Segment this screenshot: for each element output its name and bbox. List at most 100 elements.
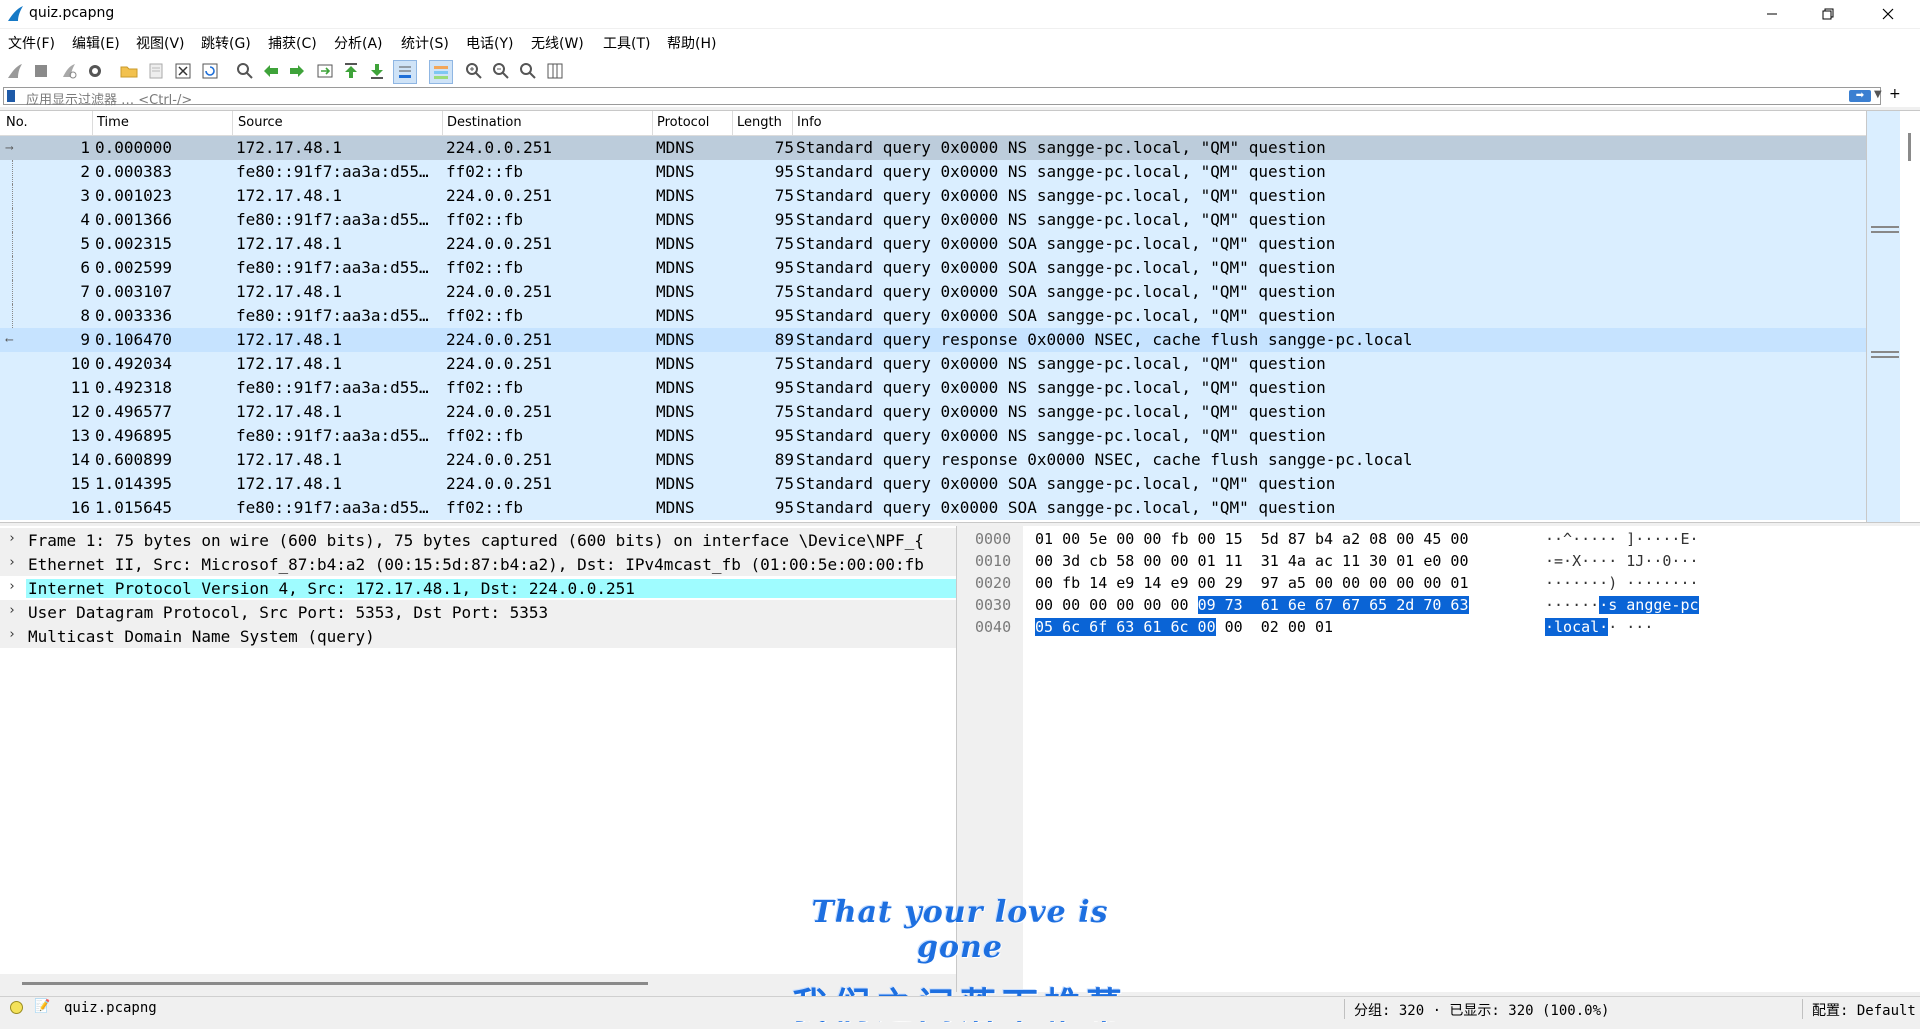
- restart-capture-button[interactable]: [58, 60, 80, 82]
- go-to-packet-button[interactable]: [314, 60, 336, 82]
- menu-wireless[interactable]: 无线(W): [531, 33, 584, 53]
- chevron-right-icon[interactable]: ›: [8, 603, 16, 618]
- menu-help[interactable]: 帮助(H): [667, 33, 716, 53]
- packet-row[interactable]: ⟵ 9 0.106470 172.17.48.1 224.0.0.251 MDNS 89 St…: [0, 328, 1866, 352]
- add-filter-button[interactable]: +: [1889, 86, 1901, 102]
- packet-row[interactable]: 8 0.003336 fe80::91f7:aa3a:d55… ff02::fb MDN…: [0, 304, 1866, 328]
- comment-edit-icon[interactable]: 📝: [34, 999, 50, 1014]
- column-header-info[interactable]: Info: [797, 115, 822, 130]
- zoom-in-icon: [466, 63, 482, 79]
- detail-row-frame[interactable]: › Frame 1: 75 bytes on wire (600 bits), …: [0, 528, 956, 552]
- go-last-button[interactable]: [366, 60, 388, 82]
- menu-capture[interactable]: 捕获(C): [268, 33, 317, 53]
- start-capture-button[interactable]: [4, 60, 26, 82]
- zoom-normal-button[interactable]: [517, 60, 539, 82]
- detail-row-mdns[interactable]: › Multicast Domain Name System (query): [0, 624, 956, 648]
- packet-row[interactable]: 11 0.492318 fe80::91f7:aa3a:d55… ff02::fb MD…: [0, 376, 1866, 400]
- go-back-button[interactable]: [260, 60, 282, 82]
- menu-telephony[interactable]: 电话(Y): [466, 33, 513, 53]
- resize-columns-button[interactable]: [544, 60, 566, 82]
- zoom-in-button[interactable]: [463, 60, 485, 82]
- scrollbar-thumb[interactable]: [22, 982, 648, 985]
- open-file-button[interactable]: [118, 60, 140, 82]
- packet-row[interactable]: 7 0.003107 172.17.48.1 224.0.0.251 MDNS 75 Sta…: [0, 280, 1866, 304]
- column-divider[interactable]: [732, 111, 733, 135]
- detail-row-udp[interactable]: › User Datagram Protocol, Src Port: 5353…: [0, 600, 956, 624]
- column-header-time[interactable]: Time: [97, 115, 129, 130]
- auto-scroll-button[interactable]: [393, 60, 417, 84]
- colorize-button[interactable]: [429, 60, 453, 84]
- hex-row[interactable]: 05 6c 6f 63 61 6c 00 00 02 00 01: [1035, 618, 1333, 636]
- column-header-source[interactable]: Source: [238, 115, 283, 130]
- menu-statistics[interactable]: 统计(S): [401, 33, 449, 53]
- detail-row-ethernet[interactable]: › Ethernet II, Src: Microsof_87:b4:a2 (0…: [0, 552, 956, 576]
- ascii-row[interactable]: ·local·· ···: [1545, 618, 1653, 636]
- column-header-no[interactable]: No.: [6, 115, 28, 130]
- packet-row[interactable]: 16 1.015645 fe80::91f7:aa3a:d55… ff02::fb MD…: [0, 496, 1866, 520]
- packet-list-scrollbar[interactable]: [1900, 111, 1920, 522]
- go-first-button[interactable]: [340, 60, 362, 82]
- packet-row[interactable]: 5 0.002315 172.17.48.1 224.0.0.251 MDNS 75 Sta…: [0, 232, 1866, 256]
- packet-row[interactable]: 2 0.000383 fe80::91f7:aa3a:d55… ff02::fb MDN…: [0, 160, 1866, 184]
- menu-view[interactable]: 视图(V): [136, 33, 185, 53]
- reload-file-button[interactable]: [199, 60, 221, 82]
- menu-file[interactable]: 文件(F): [8, 33, 55, 53]
- packet-row[interactable]: ⟶ 1 0.000000 172.17.48.1 224.0.0.251 MDNS 75 St…: [0, 136, 1866, 160]
- details-horizontal-scrollbar[interactable]: [0, 974, 956, 992]
- chevron-right-icon[interactable]: ›: [8, 579, 16, 594]
- column-divider[interactable]: [652, 111, 653, 135]
- ascii-row[interactable]: ·······s angge-pc: [1545, 596, 1699, 614]
- apply-filter-button[interactable]: ➡: [1849, 90, 1871, 102]
- ascii-row[interactable]: ·······) ········: [1545, 574, 1699, 592]
- chevron-right-icon[interactable]: ›: [8, 555, 16, 570]
- column-header-destination[interactable]: Destination: [447, 115, 522, 130]
- close-file-button[interactable]: [172, 60, 194, 82]
- scrollbar-thumb[interactable]: [1908, 133, 1911, 161]
- zoom-out-button[interactable]: [490, 60, 512, 82]
- column-divider[interactable]: [232, 111, 233, 135]
- packet-row[interactable]: 10 0.492034 172.17.48.1 224.0.0.251 MDNS 75 St…: [0, 352, 1866, 376]
- capture-options-button[interactable]: [84, 60, 106, 82]
- chevron-right-icon[interactable]: ›: [8, 627, 16, 642]
- hex-row[interactable]: 00 3d cb 58 00 00 01 11 31 4a ac 11 30 0…: [1035, 552, 1468, 570]
- hex-row[interactable]: 00 00 00 00 00 00 09 73 61 6e 67 67 65 2…: [1035, 596, 1469, 614]
- packet-minimap[interactable]: [1866, 111, 1901, 522]
- packet-row[interactable]: 13 0.496895 fe80::91f7:aa3a:d55… ff02::fb MD…: [0, 424, 1866, 448]
- expert-info-icon[interactable]: [10, 1001, 23, 1014]
- column-divider[interactable]: [92, 111, 93, 135]
- hex-row[interactable]: 01 00 5e 00 00 fb 00 15 5d 87 b4 a2 08 0…: [1035, 530, 1468, 548]
- minimize-button[interactable]: [1744, 0, 1800, 28]
- chevron-right-icon[interactable]: ›: [8, 531, 16, 546]
- find-packet-button[interactable]: [234, 60, 256, 82]
- detail-row-ip[interactable]: › Internet Protocol Version 4, Src: 172.…: [0, 576, 956, 600]
- cell-no: 4: [80, 210, 90, 229]
- packet-row[interactable]: 6 0.002599 fe80::91f7:aa3a:d55… ff02::fb MDN…: [0, 256, 1866, 280]
- hex-row[interactable]: 00 fb 14 e9 14 e9 00 29 97 a5 00 00 00 0…: [1035, 574, 1468, 592]
- column-header-protocol[interactable]: Protocol: [657, 115, 709, 130]
- bookmark-icon[interactable]: [7, 90, 15, 102]
- menu-go[interactable]: 跳转(G): [201, 33, 251, 53]
- status-profile[interactable]: 配置: Default: [1812, 1000, 1916, 1020]
- packet-row[interactable]: 4 0.001366 fe80::91f7:aa3a:d55… ff02::fb MDN…: [0, 208, 1866, 232]
- cell-src: 172.17.48.1: [236, 354, 342, 373]
- cell-proto: MDNS: [656, 186, 695, 205]
- restore-button[interactable]: [1800, 0, 1856, 28]
- ascii-row[interactable]: ·=·X···· 1J··0···: [1545, 552, 1699, 570]
- packet-row[interactable]: 15 1.014395 172.17.48.1 224.0.0.251 MDNS 75 St…: [0, 472, 1866, 496]
- save-file-button[interactable]: [145, 60, 167, 82]
- packet-row[interactable]: 3 0.001023 172.17.48.1 224.0.0.251 MDNS 75 Sta…: [0, 184, 1866, 208]
- chevron-down-icon[interactable]: ▼: [1874, 89, 1882, 100]
- column-divider[interactable]: [442, 111, 443, 135]
- menu-tools[interactable]: 工具(T): [603, 33, 650, 53]
- go-forward-button[interactable]: [286, 60, 308, 82]
- menu-analyze[interactable]: 分析(A): [334, 33, 383, 53]
- stop-capture-button[interactable]: [30, 60, 52, 82]
- ascii-row[interactable]: ··^····· ]·····E·: [1545, 530, 1699, 548]
- column-divider[interactable]: [792, 111, 793, 135]
- column-header-length[interactable]: Length: [737, 115, 782, 130]
- close-button[interactable]: [1860, 0, 1916, 28]
- display-filter-input[interactable]: 应用显示过滤器 … <Ctrl-/> ➡ ▼: [3, 87, 1882, 108]
- menu-edit[interactable]: 编辑(E): [72, 33, 120, 53]
- packet-row[interactable]: 14 0.600899 172.17.48.1 224.0.0.251 MDNS 89 St…: [0, 448, 1866, 472]
- packet-row[interactable]: 12 0.496577 172.17.48.1 224.0.0.251 MDNS 75 St…: [0, 400, 1866, 424]
